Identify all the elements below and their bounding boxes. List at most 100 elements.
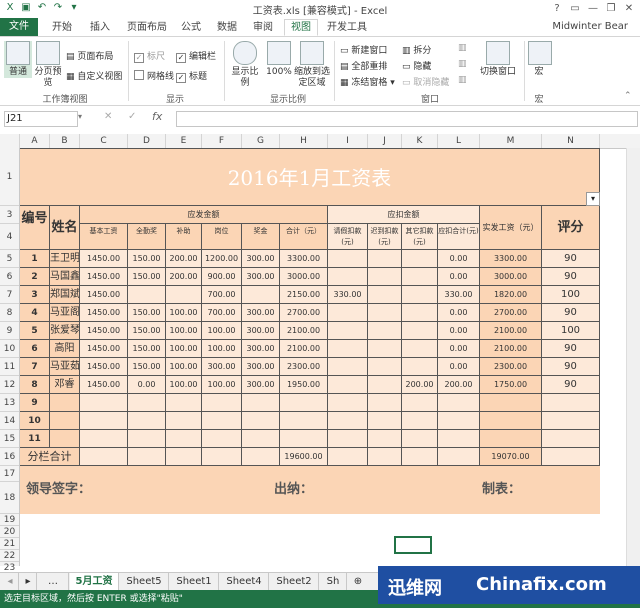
data-cell-bonus[interactable]: 300.00 [242,250,280,268]
data-cell-total[interactable]: 2100.00 [280,340,328,358]
data-cell-late[interactable] [368,250,402,268]
signature-row[interactable]: 领导签字： 出纳： 制表： [20,466,600,514]
row-header-22[interactable]: 22 [0,550,19,562]
tab-formulas[interactable]: 公式 [176,20,206,35]
tab-data[interactable]: 数据 [212,20,242,35]
row-header-10[interactable]: 10 [0,340,19,358]
data-cell-bonus[interactable] [242,286,280,304]
data-cell-bonus[interactable]: 300.00 [242,322,280,340]
data-cell-no[interactable]: 8 [20,376,50,394]
empty-cell[interactable] [542,394,600,412]
empty-cell[interactable] [50,394,80,412]
column-header-h[interactable]: H [280,134,328,148]
user-name[interactable]: Midwinter Bear [552,21,628,32]
new-window-button[interactable]: ▭ 新建窗口 [340,43,387,56]
data-cell-attend[interactable]: 150.00 [128,340,166,358]
data-cell-name[interactable]: 王卫明 [50,250,80,268]
subtotal-cell[interactable] [166,448,202,466]
row-header-1[interactable]: 1 [0,148,19,206]
data-cell-leave[interactable] [328,322,368,340]
tab-file[interactable]: 文件 [0,18,38,36]
data-cell-post[interactable]: 1200.00 [202,250,242,268]
header-net-pay[interactable]: 实发工资（元） [480,206,542,250]
sub-header[interactable]: 合计（元） [280,224,328,250]
data-cell-post[interactable]: 900.00 [202,268,242,286]
data-cell-attend[interactable]: 150.00 [128,250,166,268]
restore-button[interactable]: ❐ [602,1,620,16]
data-cell-post[interactable]: 300.00 [202,358,242,376]
empty-cell[interactable] [80,394,128,412]
empty-cell[interactable] [202,430,242,448]
empty-cell[interactable] [542,430,600,448]
header-deduct[interactable]: 应扣金额 [328,206,480,224]
empty-cell[interactable] [166,394,202,412]
data-cell-dtotal[interactable]: 0.00 [438,250,480,268]
empty-cell[interactable] [242,412,280,430]
subtotal-cell[interactable] [242,448,280,466]
sheet-tab-sheet1[interactable]: Sheet1 [170,573,219,590]
empty-cell[interactable] [368,430,402,448]
empty-cell[interactable] [368,412,402,430]
custom-views-button[interactable]: ▦ 自定义视图 [66,69,122,82]
row-header-20[interactable]: 20 [0,526,19,538]
data-cell-post[interactable]: 100.00 [202,340,242,358]
empty-cell[interactable] [480,394,542,412]
row-header-18[interactable]: 18 [0,482,19,514]
subtotal-cell[interactable] [202,448,242,466]
data-cell-leave[interactable] [328,268,368,286]
data-cell-net[interactable]: 1820.00 [480,286,542,304]
data-cell-total[interactable]: 2300.00 [280,358,328,376]
active-cell-selection[interactable] [394,536,432,554]
data-cell-total[interactable]: 2700.00 [280,304,328,322]
subtotal-net[interactable]: 19070.00 [480,448,542,466]
empty-cell[interactable] [50,430,80,448]
row-header-8[interactable]: 8 [0,304,19,322]
data-cell-score[interactable]: 90 [542,358,600,376]
row-header-6[interactable]: 6 [0,268,19,286]
data-cell-sub[interactable]: 100.00 [166,340,202,358]
data-cell-late[interactable] [368,340,402,358]
sub-header[interactable]: 其它扣款(元) [402,224,438,250]
subtotal-total[interactable]: 19600.00 [280,448,328,466]
data-cell-net[interactable]: 2100.00 [480,322,542,340]
sub-header[interactable]: 补助 [166,224,202,250]
row-header-14[interactable]: 14 [0,412,19,430]
data-cell-total[interactable]: 2100.00 [280,322,328,340]
data-cell-score[interactable]: 90 [542,304,600,322]
tab-insert[interactable]: 插入 [84,20,116,35]
row-header-16[interactable]: 16 [0,448,19,466]
tab-developer[interactable]: 开发工具 [324,20,370,35]
data-cell-base[interactable]: 1450.00 [80,340,128,358]
data-cell-leave[interactable]: 330.00 [328,286,368,304]
subtotal-cell[interactable] [128,448,166,466]
sub-header[interactable]: 全勤奖 [128,224,166,250]
data-cell-other[interactable] [402,304,438,322]
column-header-d[interactable]: D [128,134,166,148]
row-header-17[interactable]: 17 [0,466,19,482]
empty-cell[interactable] [480,412,542,430]
data-cell-base[interactable]: 1450.00 [80,376,128,394]
name-box[interactable]: J21 [4,111,78,127]
data-cell-other[interactable]: 200.00 [402,376,438,394]
data-cell-bonus[interactable]: 300.00 [242,304,280,322]
tab-view[interactable]: 视图 [284,19,318,36]
data-cell-post[interactable]: 700.00 [202,286,242,304]
column-header-n[interactable]: N [542,134,600,148]
data-cell-other[interactable] [402,250,438,268]
empty-cell[interactable] [128,394,166,412]
header-name[interactable]: 姓名 [50,206,80,250]
column-header-l[interactable]: L [438,134,480,148]
row-header-15[interactable]: 15 [0,430,19,448]
row-header-13[interactable]: 13 [0,394,19,412]
data-cell-no[interactable]: 3 [20,286,50,304]
data-cell-dtotal[interactable]: 0.00 [438,304,480,322]
split-button[interactable]: ▥ 拆分 [402,43,431,56]
data-cell-name[interactable]: 张爱琴 [50,322,80,340]
data-cell-leave[interactable] [328,304,368,322]
data-cell-bonus[interactable]: 300.00 [242,358,280,376]
formula-bar-checkbox[interactable]: ✓ 编辑栏 [176,49,216,63]
subtotal-cell[interactable] [80,448,128,466]
dropdown-arrow-icon[interactable]: ▾ [586,192,600,206]
row-header-5[interactable]: 5 [0,250,19,268]
header-number[interactable]: 编号 [20,206,50,250]
